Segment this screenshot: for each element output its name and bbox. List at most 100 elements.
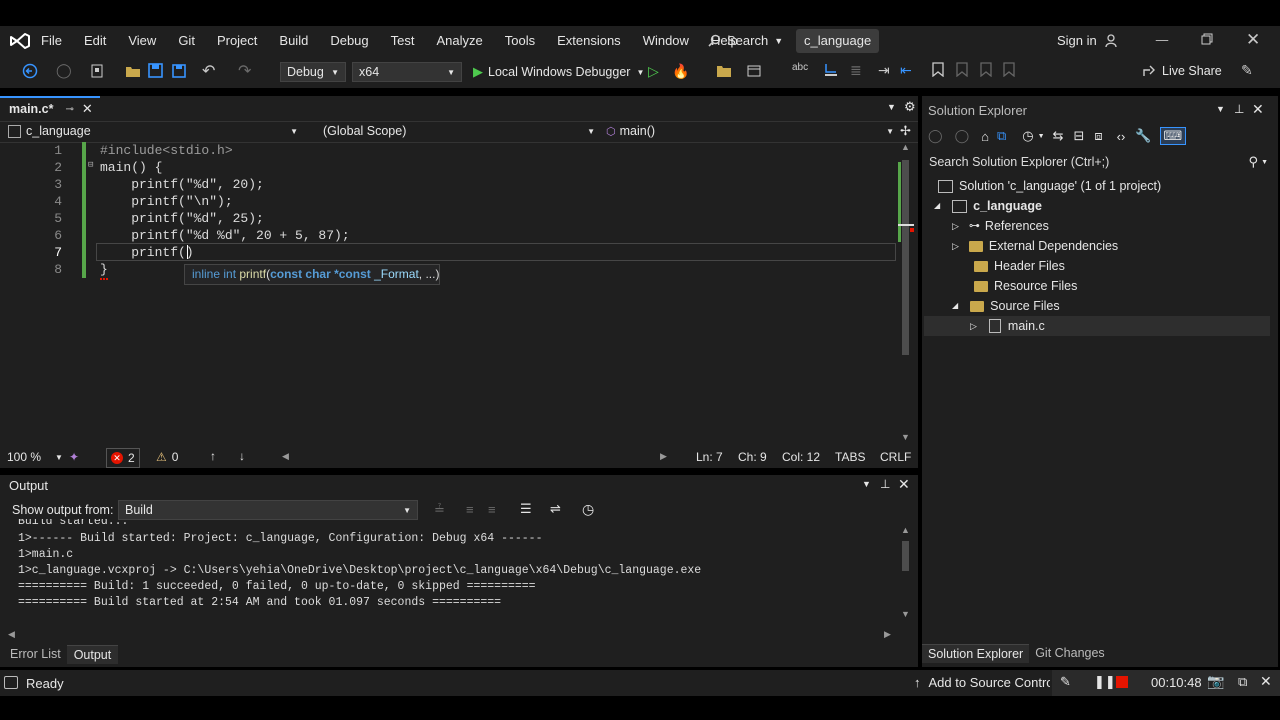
- pen-icon[interactable]: ✎: [1060, 674, 1071, 690]
- clear-bookmarks-icon[interactable]: [1003, 62, 1015, 77]
- start-debugging-button[interactable]: ▶ Local Windows Debugger ▼: [473, 64, 644, 80]
- menu-test[interactable]: Test: [391, 33, 415, 48]
- search-menu[interactable]: Search ▼: [708, 33, 783, 48]
- tree-item-resource-files[interactable]: Resource Files: [974, 276, 1077, 296]
- line-indicator[interactable]: Ln: 7: [696, 450, 723, 464]
- tree-item-header-files[interactable]: Header Files: [974, 256, 1065, 276]
- forward-icon[interactable]: ◯: [955, 128, 970, 144]
- pin-icon[interactable]: ⊸: [65, 104, 73, 115]
- project-dropdown[interactable]: c_language ▼: [8, 124, 298, 138]
- menu-tools[interactable]: Tools: [505, 33, 535, 48]
- close-panel-icon[interactable]: ✕: [898, 476, 910, 493]
- preview-icon[interactable]: ⌨: [1159, 127, 1187, 145]
- tabs-indicator[interactable]: TABS: [835, 450, 865, 464]
- feedback-icon[interactable]: ✎: [1241, 62, 1253, 79]
- menu-window[interactable]: Window: [643, 33, 689, 48]
- properties-icon[interactable]: 🔧: [1135, 128, 1151, 144]
- layout-icon[interactable]: [746, 63, 762, 79]
- scroll-right-icon[interactable]: ▶: [884, 629, 891, 640]
- scope-dropdown[interactable]: (Global Scope) ▼: [323, 124, 595, 138]
- home-icon[interactable]: ⌂: [981, 129, 989, 144]
- tab-output[interactable]: Output: [66, 644, 119, 664]
- settings-gear-icon[interactable]: ⚙: [904, 99, 916, 115]
- prev-issue-icon[interactable]: ↑: [210, 449, 216, 463]
- eol-indicator[interactable]: CRLF: [880, 450, 911, 464]
- indent-icon[interactable]: ⇥: [878, 62, 890, 79]
- start-without-debugging-icon[interactable]: ▷: [648, 63, 659, 80]
- solution-name-badge[interactable]: c_language: [796, 29, 880, 53]
- close-tab-icon[interactable]: ✕: [82, 101, 93, 117]
- scroll-left-icon[interactable]: ◀: [282, 451, 289, 462]
- find-message-icon[interactable]: ≟: [434, 502, 445, 518]
- collapsed-arrow-icon[interactable]: ▷: [952, 216, 959, 236]
- tab-git-changes[interactable]: Git Changes: [1029, 646, 1110, 660]
- scroll-down-icon[interactable]: ▼: [901, 432, 910, 442]
- collapse-all-icon[interactable]: ⊟: [1073, 128, 1084, 144]
- code-view-icon[interactable]: ‹›: [1117, 129, 1126, 144]
- tree-solution[interactable]: Solution 'c_language' (1 of 1 project): [938, 176, 1161, 196]
- configuration-select[interactable]: Debug ▼: [280, 62, 346, 82]
- panel-options-icon[interactable]: ▼: [1216, 104, 1225, 114]
- live-share-button[interactable]: Live Share: [1142, 64, 1222, 78]
- tree-project[interactable]: ◢ c_language: [934, 196, 1042, 216]
- visual-studio-logo-icon[interactable]: [9, 31, 31, 51]
- menu-edit[interactable]: Edit: [84, 33, 106, 48]
- tree-item-external-dependencies[interactable]: ▷ External Dependencies: [952, 236, 1118, 256]
- scroll-right-icon[interactable]: ▶: [660, 451, 667, 462]
- pin-icon[interactable]: ⊥: [880, 477, 890, 491]
- output-horizontal-scrollbar[interactable]: ◀ ▶: [8, 629, 894, 641]
- output-text[interactable]: Build started... 1>------ Build started:…: [0, 519, 895, 625]
- menu-git[interactable]: Git: [178, 33, 195, 48]
- tree-item-main-c[interactable]: ▷ main.c: [970, 316, 1045, 336]
- sign-in[interactable]: Sign in: [1057, 33, 1119, 48]
- tab-solution-explorer[interactable]: Solution Explorer: [922, 643, 1030, 663]
- collapsed-arrow-icon[interactable]: ▷: [970, 316, 977, 336]
- prev-message-icon[interactable]: ≡: [466, 502, 474, 517]
- step-into-icon[interactable]: [823, 62, 839, 78]
- tab-overflow-icon[interactable]: ▼: [887, 102, 896, 112]
- output-vertical-scrollbar[interactable]: ▲ ▼: [898, 525, 914, 621]
- close-panel-icon[interactable]: ✕: [1252, 101, 1264, 118]
- member-dropdown[interactable]: ⬡ main() ▼: [606, 124, 894, 138]
- sync-icon[interactable]: ⇆: [1053, 128, 1064, 144]
- error-count[interactable]: ✕ 2: [106, 448, 140, 468]
- minimize-icon[interactable]: —: [1155, 33, 1169, 47]
- menu-build[interactable]: Build: [279, 33, 308, 48]
- clear-all-icon[interactable]: ☰: [520, 501, 532, 517]
- new-project-icon[interactable]: [90, 63, 106, 79]
- col-indicator[interactable]: Col: 12: [782, 450, 820, 464]
- undo-icon[interactable]: ↶: [202, 61, 215, 81]
- menu-extensions[interactable]: Extensions: [557, 33, 621, 48]
- close-icon[interactable]: ✕: [1246, 30, 1260, 50]
- show-all-files-icon[interactable]: ⧈: [1094, 128, 1102, 144]
- scrollbar-thumb[interactable]: [902, 541, 909, 571]
- menu-view[interactable]: View: [128, 33, 156, 48]
- tree-item-source-files[interactable]: ◢ Source Files: [952, 296, 1060, 316]
- stop-icon[interactable]: [1116, 676, 1128, 688]
- pause-icon[interactable]: ❚❚: [1094, 674, 1116, 690]
- format-icon[interactable]: ≣: [850, 62, 862, 79]
- timestamp-icon[interactable]: ◷: [582, 501, 594, 518]
- next-bookmark-icon[interactable]: [980, 62, 992, 77]
- close-icon[interactable]: ✕: [1260, 673, 1272, 690]
- outdent-icon[interactable]: ⇤: [900, 62, 912, 79]
- prev-bookmark-icon[interactable]: [956, 62, 968, 77]
- add-to-source-control[interactable]: ↑ Add to Source Control: [914, 675, 1050, 690]
- save-all-icon[interactable]: [171, 63, 186, 78]
- editor-vertical-scrollbar[interactable]: ▲ ▼: [898, 142, 914, 446]
- history-icon[interactable]: ◷: [1022, 128, 1033, 144]
- panel-options-icon[interactable]: ▼: [862, 479, 871, 489]
- bookmark-icon[interactable]: [932, 62, 944, 77]
- platform-select[interactable]: x64 ▼: [352, 62, 462, 82]
- redo-icon[interactable]: ↷: [238, 61, 251, 81]
- collapsed-arrow-icon[interactable]: ▷: [952, 236, 959, 256]
- camera-icon[interactable]: 📷: [1207, 673, 1224, 690]
- save-icon[interactable]: [148, 63, 163, 78]
- scroll-up-icon[interactable]: ▲: [901, 142, 910, 152]
- solution-search-box[interactable]: Search Solution Explorer (Ctrl+;) ⚲ ▼: [924, 152, 1268, 172]
- menu-debug[interactable]: Debug: [330, 33, 368, 48]
- code-surface[interactable]: 1 2 3 4 5 6 7 8 ⊟ #include<stdio.h> main…: [0, 142, 896, 446]
- next-message-icon[interactable]: ≡: [488, 502, 496, 517]
- back-icon[interactable]: [22, 63, 38, 79]
- expanded-arrow-icon[interactable]: ◢: [934, 196, 940, 216]
